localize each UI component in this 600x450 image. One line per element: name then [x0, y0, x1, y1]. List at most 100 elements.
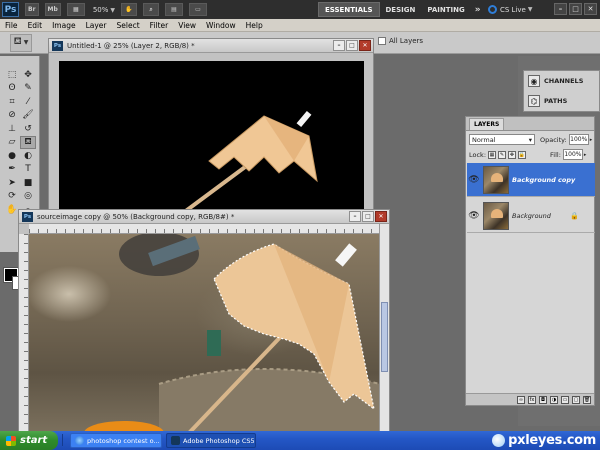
- move-tool[interactable]: ✥: [20, 68, 36, 82]
- menu-window[interactable]: Window: [201, 21, 241, 30]
- menu-select[interactable]: Select: [112, 21, 145, 30]
- cs-live-button[interactable]: CS Live ▼: [488, 3, 532, 16]
- fill-input[interactable]: 100%: [562, 149, 583, 160]
- eyedropper-tool[interactable]: ⁄: [20, 95, 36, 109]
- marquee-tool[interactable]: ⬚: [4, 68, 20, 82]
- scrollbar-thumb[interactable]: [381, 302, 388, 372]
- brush-tool[interactable]: 🖌: [20, 109, 36, 123]
- menu-help[interactable]: Help: [241, 21, 268, 30]
- vertical-scrollbar[interactable]: [379, 224, 389, 431]
- document-canvas[interactable]: [59, 61, 364, 216]
- type-tool[interactable]: T: [20, 163, 36, 177]
- blur-tool[interactable]: ●: [4, 149, 20, 163]
- start-button[interactable]: start: [0, 431, 58, 450]
- history-brush-tool[interactable]: ↺: [20, 122, 36, 136]
- chevron-right-icon[interactable]: ▸: [584, 152, 587, 158]
- trash-icon[interactable]: 🗑: [583, 395, 591, 404]
- tab-layers[interactable]: LAYERS: [469, 117, 505, 130]
- bridge-button[interactable]: Br: [25, 3, 39, 16]
- fill-label: Fill:: [550, 150, 561, 159]
- horizontal-ruler[interactable]: [29, 224, 379, 234]
- more-workspaces-button[interactable]: »: [475, 5, 481, 15]
- menu-file[interactable]: File: [0, 21, 23, 30]
- minimize-button[interactable]: –: [349, 211, 361, 222]
- lock-position-icon[interactable]: ✥: [508, 150, 517, 159]
- lock-pixels-icon[interactable]: ✎: [498, 150, 507, 159]
- minimize-button[interactable]: –: [333, 40, 345, 51]
- new-group-icon[interactable]: ▭: [561, 395, 569, 404]
- layer-row-background-copy[interactable]: 👁 Background copy: [467, 163, 595, 197]
- document-title: sourceimage copy @ 50% (Background copy,…: [37, 212, 235, 221]
- layer-style-icon[interactable]: fx: [528, 395, 536, 404]
- menu-view[interactable]: View: [173, 21, 201, 30]
- opacity-input[interactable]: 100%: [568, 134, 589, 145]
- blend-mode-select[interactable]: Normal ▾: [469, 134, 535, 145]
- layer-thumbnail: [483, 165, 509, 194]
- dodge-tool[interactable]: ◐: [20, 149, 36, 163]
- history-brush-icon: ↺: [24, 123, 32, 134]
- taskbar-item-browser[interactable]: photoshop contest o...: [70, 433, 162, 448]
- close-button[interactable]: ✕: [359, 40, 371, 51]
- document-title-bar[interactable]: Ps Untitled-1 @ 25% (Layer 2, RGB/8) * –…: [49, 39, 373, 53]
- hand-tool-button[interactable]: ✋: [121, 3, 137, 16]
- eye-icon[interactable]: 👁: [467, 211, 481, 221]
- taskbar-item-photoshop[interactable]: Adobe Photoshop CS5: [166, 433, 256, 448]
- paths-panel-button[interactable]: ⌬ PATHS: [524, 91, 599, 111]
- zoom-tool-button[interactable]: ⌕: [143, 3, 159, 16]
- minimize-button[interactable]: –: [554, 3, 567, 15]
- all-layers-label: All Layers: [389, 37, 424, 45]
- path-selection-tool[interactable]: ➤: [4, 176, 20, 190]
- arrange-documents-button[interactable]: ▤: [165, 3, 183, 16]
- view-extras-button[interactable]: ▦: [66, 3, 85, 16]
- quick-selection-tool[interactable]: ✎: [20, 82, 36, 96]
- workspace-essentials[interactable]: ESSENTIALS: [318, 2, 380, 17]
- menu-filter[interactable]: Filter: [145, 21, 174, 30]
- chevron-right-icon[interactable]: ▸: [590, 137, 593, 143]
- maximize-button[interactable]: □: [346, 40, 358, 51]
- 3d-orbit-tool[interactable]: ◎: [20, 190, 36, 204]
- lock-transparency-icon[interactable]: ▦: [488, 150, 497, 159]
- document-canvas[interactable]: [29, 234, 380, 433]
- menu-image[interactable]: Image: [47, 21, 81, 30]
- lock-all-icon[interactable]: 🔒: [518, 150, 527, 159]
- menu-bar: File Edit Image Layer Select Filter View…: [0, 19, 600, 32]
- magnifier-icon: ⌕: [149, 5, 153, 13]
- document-title-bar[interactable]: Ps sourceimage copy @ 50% (Background co…: [19, 210, 389, 224]
- mini-bridge-button[interactable]: Mb: [44, 3, 61, 16]
- workspace-design[interactable]: DESIGN: [380, 2, 422, 17]
- lasso-tool[interactable]: ʘ: [4, 82, 20, 96]
- checkbox-box[interactable]: [378, 37, 386, 45]
- brush-icon: 🖌: [22, 110, 34, 121]
- healing-brush-tool[interactable]: ⊘: [4, 109, 20, 123]
- vertical-ruler[interactable]: [19, 234, 29, 431]
- pen-tool[interactable]: ✒: [4, 163, 20, 177]
- tool-preset-picker[interactable]: ⛾ ▼: [10, 33, 32, 52]
- crop-tool[interactable]: ⌗: [4, 95, 20, 109]
- clone-stamp-tool[interactable]: ⊥: [4, 122, 20, 136]
- new-layer-icon[interactable]: ▢: [572, 395, 580, 404]
- maximize-button[interactable]: □: [362, 211, 374, 222]
- link-layers-icon[interactable]: ∞: [517, 395, 525, 404]
- screen-mode-button[interactable]: ▭: [189, 3, 207, 16]
- close-button[interactable]: ✕: [375, 211, 387, 222]
- umbrella-tip: [335, 243, 357, 267]
- chevron-down-icon: ▼: [110, 6, 115, 14]
- eraser-tool[interactable]: ▱: [4, 136, 20, 150]
- close-button[interactable]: ✕: [584, 3, 597, 15]
- shape-tool[interactable]: ■: [20, 176, 36, 190]
- channels-panel-button[interactable]: ◉ CHANNELS: [524, 71, 599, 91]
- menu-edit[interactable]: Edit: [23, 21, 48, 30]
- zoom-level-dropdown[interactable]: 50% ▼: [93, 6, 115, 14]
- paint-bucket-tool[interactable]: ⛾: [20, 135, 36, 149]
- layer-row-background[interactable]: 👁 Background 🔒: [467, 199, 595, 233]
- 3d-rotate-tool[interactable]: ⟳: [4, 190, 20, 204]
- layer-mask-icon[interactable]: ◘: [539, 395, 547, 404]
- workspace-painting[interactable]: PAINTING: [421, 2, 470, 17]
- eye-icon[interactable]: 👁: [467, 175, 481, 185]
- arrange-icon: ▤: [171, 6, 177, 13]
- maximize-button[interactable]: □: [569, 3, 582, 15]
- adjustment-layer-icon[interactable]: ◑: [550, 395, 558, 404]
- blend-opacity-row: Normal ▾ Opacity: 100% ▸: [469, 134, 592, 145]
- menu-layer[interactable]: Layer: [81, 21, 112, 30]
- all-layers-checkbox[interactable]: All Layers: [378, 37, 423, 45]
